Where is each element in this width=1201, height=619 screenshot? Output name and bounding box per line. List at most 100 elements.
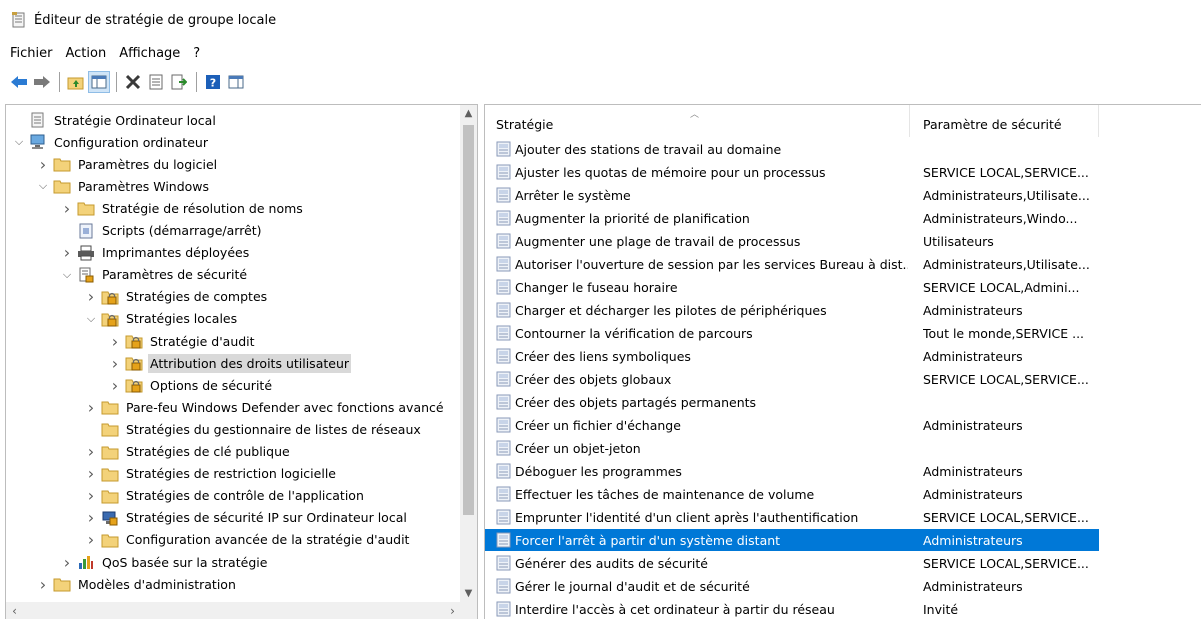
- tree-node[interactable]: Stratégie Ordinateur local: [12, 109, 218, 131]
- chevron-right-icon[interactable]: ›: [84, 464, 98, 483]
- menu-action[interactable]: Action: [66, 46, 107, 61]
- column-header-security-setting[interactable]: Paramètre de sécurité: [911, 105, 1099, 137]
- policy-row[interactable]: Ajuster les quotas de mémoire pour un pr…: [485, 161, 1099, 183]
- tree-node[interactable]: › Modèles d'administration: [36, 573, 238, 595]
- console-tree-pane[interactable]: Stratégie Ordinateur local ⌵ Configuration…: [5, 104, 478, 619]
- scroll-right-arrow-icon[interactable]: ›: [444, 602, 461, 619]
- delete-button[interactable]: [122, 71, 144, 93]
- tree-node[interactable]: ⌵ Stratégies locales: [84, 308, 239, 330]
- tree-node[interactable]: Scripts (démarrage/arrêt): [60, 220, 264, 242]
- policy-row[interactable]: Générer des audits de sécurité SERVICE LO…: [485, 552, 1099, 574]
- menu-fichier[interactable]: Fichier: [10, 46, 53, 61]
- tree-scroll-thumb[interactable]: [463, 125, 474, 515]
- tree-vertical-scrollbar[interactable]: ▲ ▼: [460, 105, 477, 602]
- policy-row[interactable]: Ajouter des stations de travail au domai…: [485, 138, 1099, 160]
- policy-row[interactable]: Charger et décharger les pilotes de péri…: [485, 299, 1099, 321]
- chevron-down-icon[interactable]: ⌵: [60, 268, 74, 282]
- tree-node[interactable]: › Stratégies de sécurité IP sur Ordinateu…: [84, 507, 409, 529]
- policy-row[interactable]: Changer le fuseau horaire SERVICE LOCAL,A…: [485, 276, 1099, 298]
- forward-button[interactable]: [31, 71, 53, 93]
- tree-horizontal-scrollbar[interactable]: ‹ ›: [6, 602, 461, 619]
- security-setting-value: Administrateurs: [923, 302, 1023, 318]
- scroll-down-arrow-icon[interactable]: ▼: [460, 585, 477, 602]
- policy-row[interactable]: Contourner la vérification de parcours To…: [485, 322, 1099, 344]
- chevron-right-icon[interactable]: ›: [60, 199, 74, 218]
- tree-node[interactable]: ⌵ Configuration ordinateur: [12, 131, 210, 153]
- chevron-right-icon[interactable]: ›: [84, 508, 98, 527]
- tree-node-label: Configuration ordinateur: [54, 134, 208, 150]
- policy-row[interactable]: Autoriser l'ouverture de session par les…: [485, 253, 1099, 275]
- tree-node-label: Stratégie Ordinateur local: [54, 112, 216, 128]
- tree-node[interactable]: ⌵ Paramètres de sécurité: [60, 264, 249, 286]
- back-button[interactable]: [8, 71, 30, 93]
- chevron-right-icon[interactable]: ›: [108, 332, 122, 351]
- chevron-right-icon[interactable]: ›: [36, 155, 50, 174]
- chevron-right-icon[interactable]: ›: [84, 398, 98, 417]
- policy-row[interactable]: Emprunter l'identité d'un client après l…: [485, 506, 1099, 528]
- policy-row[interactable]: Arrêter le système Administrateurs,Utilis…: [485, 184, 1099, 206]
- chevron-down-icon[interactable]: ⌵: [84, 312, 98, 326]
- tree-node[interactable]: › QoS basée sur la stratégie: [60, 551, 269, 573]
- show-hide-tree-button[interactable]: [88, 71, 110, 93]
- scroll-up-arrow-icon[interactable]: ▲: [460, 105, 477, 122]
- policy-row[interactable]: Créer des objets globaux SERVICE LOCAL,SE…: [485, 368, 1099, 390]
- chevron-right-icon[interactable]: ›: [60, 243, 74, 262]
- scroll-left-arrow-icon[interactable]: ‹: [6, 602, 23, 619]
- chevron-right-icon[interactable]: ›: [84, 287, 98, 306]
- tree-node[interactable]: › Paramètres du logiciel: [36, 153, 219, 175]
- chevron-right-icon[interactable]: ›: [36, 575, 50, 594]
- tree-node[interactable]: › Stratégies de restriction logicielle: [84, 463, 338, 485]
- policy-row[interactable]: Forcer l'arrêt à partir d'un système dis…: [485, 529, 1099, 551]
- tree-node[interactable]: › Imprimantes déployées: [60, 242, 251, 264]
- tree-node[interactable]: › Configuration avancée de la stratégie d…: [84, 529, 411, 551]
- chevron-down-icon[interactable]: ⌵: [12, 135, 26, 149]
- policy-row[interactable]: Créer un objet-jeton: [485, 437, 1099, 459]
- forward-arrow-icon: [34, 76, 50, 88]
- tree-node[interactable]: › Stratégies de contrôle de l'application: [84, 485, 366, 507]
- scrollbar-corner: [460, 602, 477, 619]
- policy-row[interactable]: Créer un fichier d'échange Administrateur…: [485, 414, 1099, 436]
- policy-row[interactable]: Déboguer les programmes Administrateurs: [485, 460, 1099, 482]
- tree-node-label: Options de sécurité: [150, 377, 273, 393]
- properties-button[interactable]: [145, 71, 167, 93]
- folder-icon: [101, 421, 119, 437]
- tree-node[interactable]: › Pare-feu Windows Defender avec fonction…: [84, 396, 446, 418]
- column-header-policy[interactable]: Stratégie: [485, 105, 910, 137]
- tree-node[interactable]: › Stratégies de comptes: [84, 286, 269, 308]
- chevron-right-icon[interactable]: ›: [108, 376, 122, 395]
- policy-row[interactable]: Interdire l'accès à cet ordinateur à par…: [485, 598, 1099, 619]
- chevron-right-icon[interactable]: ›: [84, 442, 98, 461]
- policy-item-icon: [496, 371, 512, 387]
- policy-name: Créer un fichier d'échange: [515, 417, 681, 433]
- help-button[interactable]: ?: [202, 71, 224, 93]
- chevron-down-icon[interactable]: ⌵: [36, 179, 50, 193]
- chevron-right-icon[interactable]: ›: [108, 354, 122, 373]
- menu-affichage[interactable]: Affichage: [119, 46, 180, 61]
- up-folder-button[interactable]: [65, 71, 87, 93]
- policy-item-icon: [496, 532, 512, 548]
- export-list-button[interactable]: [168, 71, 190, 93]
- tree-node[interactable]: › Options de sécurité: [108, 374, 274, 396]
- policy-name: Créer un objet-jeton: [515, 440, 641, 456]
- policy-row[interactable]: Créer des liens symboliques Administrateu…: [485, 345, 1099, 367]
- title-bar: Éditeur de stratégie de groupe locale: [0, 0, 1201, 40]
- tree-node[interactable]: › Attribution des droits utilisateur: [108, 352, 352, 374]
- policy-row[interactable]: Gérer le journal d'audit et de sécurité A…: [485, 575, 1099, 597]
- details-pane[interactable]: ︿ Stratégie Paramètre de sécurité Ajoute…: [484, 104, 1201, 619]
- policy-row[interactable]: Effectuer les tâches de maintenance de v…: [485, 483, 1099, 505]
- tree-node[interactable]: Stratégies du gestionnaire de listes de …: [84, 418, 423, 440]
- chevron-right-icon[interactable]: ›: [84, 486, 98, 505]
- policy-row[interactable]: Créer des objets partagés permanents: [485, 391, 1099, 413]
- policy-row[interactable]: Augmenter une plage de travail de proces…: [485, 230, 1099, 252]
- policy-row[interactable]: Augmenter la priorité de planification Ad…: [485, 207, 1099, 229]
- tree-node[interactable]: › Stratégies de clé publique: [84, 441, 292, 463]
- menu-help[interactable]: ?: [193, 46, 200, 61]
- chevron-right-icon[interactable]: ›: [60, 553, 74, 572]
- show-pane-button[interactable]: [225, 71, 247, 93]
- chevron-right-icon[interactable]: ›: [84, 530, 98, 549]
- tree-node[interactable]: ⌵ Paramètres Windows: [36, 175, 211, 197]
- tree-node-label: Stratégies locales: [126, 311, 238, 327]
- security-folder-icon: [125, 377, 143, 393]
- tree-node[interactable]: › Stratégie d'audit: [108, 330, 257, 352]
- tree-node[interactable]: › Stratégie de résolution de noms: [60, 197, 305, 219]
